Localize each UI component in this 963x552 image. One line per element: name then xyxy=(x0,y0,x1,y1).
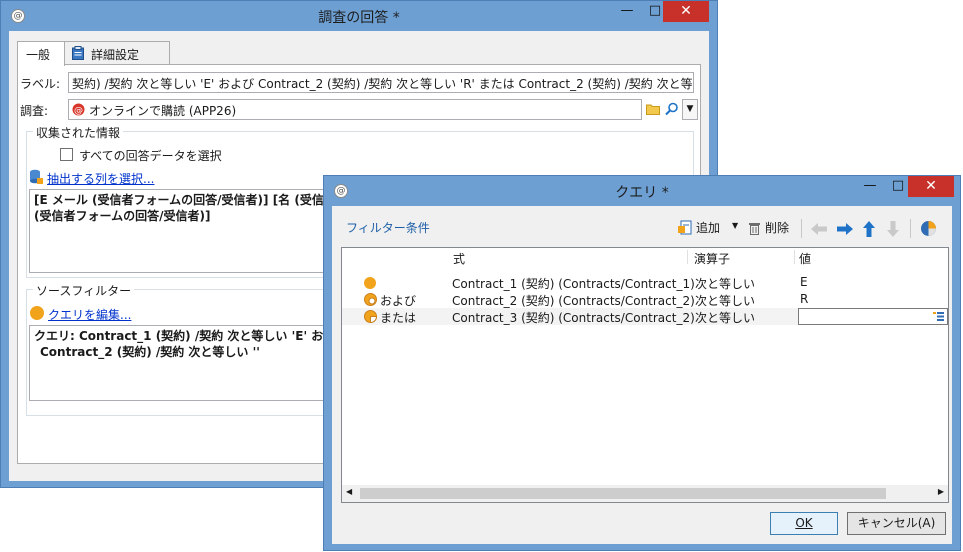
survey-dropdown-button[interactable]: ▼ xyxy=(682,99,698,120)
tab-advanced[interactable]: 詳細設定 xyxy=(64,41,170,65)
add-button[interactable]: 追加 ▼ xyxy=(678,218,744,238)
main-titlebar[interactable]: @ 調査の回答 * — □ ✕ xyxy=(1,1,717,31)
conditions-grid: 式 演算子 値 Contract_1 (契約) (Contracts/Contr… xyxy=(341,247,949,503)
minimize-button[interactable]: — xyxy=(856,176,884,197)
column-header-value: 値 xyxy=(799,252,812,266)
tab-general-label: 一般 xyxy=(26,48,51,62)
main-window-title: 調査の回答 * xyxy=(318,10,400,26)
database-columns-icon xyxy=(30,169,43,184)
condition-value: R xyxy=(800,292,809,306)
condition-row[interactable]: Contract_1 (契約) (Contracts/Contract_1) 次… xyxy=(342,274,948,291)
column-header-expression: 式 xyxy=(453,252,466,266)
condition-operator: 次と等しい xyxy=(695,294,756,308)
chevron-down-icon: ▼ xyxy=(686,104,694,114)
column-separator xyxy=(687,250,688,264)
collected-info-title: 収集された情報 xyxy=(33,124,124,141)
query-titlebar[interactable]: @ クエリ * — □ ✕ xyxy=(324,176,960,206)
condition-value: E xyxy=(800,275,808,289)
close-button[interactable]: ✕ xyxy=(663,1,709,22)
search-icon[interactable] xyxy=(665,102,679,116)
add-condition-icon xyxy=(678,220,692,235)
delete-label: 削除 xyxy=(765,221,790,235)
condition-row-selected[interactable]: または Contract_3 (契約) (Contracts/Contract_… xyxy=(342,308,948,325)
trash-icon xyxy=(749,223,760,235)
survey-value: オンラインで購読 (APP26) xyxy=(89,104,237,118)
arrow-left-icon[interactable] xyxy=(810,222,828,236)
tab-advanced-label: 詳細設定 xyxy=(91,48,140,62)
arrow-right-icon[interactable] xyxy=(836,222,854,236)
minimize-button[interactable]: — xyxy=(613,1,641,22)
condition-circle-icon xyxy=(364,277,376,289)
edit-query-link[interactable]: クエリを編集... xyxy=(48,306,131,323)
scroll-right-icon[interactable]: ▶ xyxy=(938,487,944,496)
ok-button[interactable]: OK xyxy=(770,512,838,535)
column-header-operator: 演算子 xyxy=(694,252,731,266)
arrow-up-icon[interactable] xyxy=(862,220,876,238)
label-caption: ラベル: xyxy=(20,77,61,91)
and-logic-icon xyxy=(364,293,377,306)
survey-field[interactable]: @ オンラインで購読 (APP26) xyxy=(68,99,642,120)
filter-circle-icon xyxy=(30,306,44,320)
value-edit-field[interactable] xyxy=(798,308,948,325)
toolbar-separator xyxy=(801,219,802,238)
pie-chart-icon[interactable] xyxy=(920,220,937,237)
condition-expression: Contract_1 (契約) (Contracts/Contract_1) xyxy=(452,277,695,291)
clipboard-icon xyxy=(72,46,84,60)
svg-text:@: @ xyxy=(74,106,83,116)
survey-at-icon: @ xyxy=(72,103,85,116)
select-columns-link[interactable]: 抽出する列を選択... xyxy=(47,170,154,187)
query-toolbar: フィルター条件 追加 ▼ 削除 xyxy=(340,216,948,242)
source-filter-title: ソースフィルター xyxy=(33,282,135,299)
add-label: 追加 xyxy=(696,221,721,235)
ok-label: OK xyxy=(795,516,813,530)
toolbar-separator xyxy=(910,219,911,238)
condition-operator: 次と等しい xyxy=(695,277,756,291)
or-logic-icon xyxy=(364,310,377,323)
condition-operator: 次と等しい xyxy=(695,311,756,325)
query-client-area: フィルター条件 追加 ▼ 削除 式 演算子 値 Contract_1 (契約) … xyxy=(332,206,952,544)
survey-caption: 調査: xyxy=(20,104,49,118)
query-dialog: @ クエリ * — □ ✕ フィルター条件 追加 ▼ 削除 式 演算子 値 Co… xyxy=(323,175,961,551)
scrollbar-thumb[interactable] xyxy=(360,488,886,499)
select-all-label: すべての回答データを選択 xyxy=(79,149,222,163)
horizontal-scrollbar[interactable]: ◀ ▶ xyxy=(342,485,948,502)
folder-icon[interactable] xyxy=(646,103,660,115)
close-button[interactable]: ✕ xyxy=(908,176,954,197)
cancel-button[interactable]: キャンセル(A) xyxy=(847,512,946,535)
arrow-down-icon[interactable] xyxy=(886,220,900,238)
tab-general[interactable]: 一般 xyxy=(17,41,65,66)
delete-button[interactable]: 削除 xyxy=(748,218,796,238)
condition-logic: および xyxy=(380,294,417,308)
condition-logic: または xyxy=(380,311,417,325)
chevron-down-icon: ▼ xyxy=(732,221,739,230)
condition-expression: Contract_3 (契約) (Contracts/Contract_2) xyxy=(452,311,695,325)
filter-conditions-label: フィルター条件 xyxy=(346,221,430,235)
scroll-left-icon[interactable]: ◀ xyxy=(346,487,352,496)
select-all-checkbox[interactable] xyxy=(60,148,73,161)
condition-expression: Contract_2 (契約) (Contracts/Contract_2) xyxy=(452,294,695,308)
condition-row[interactable]: および Contract_2 (契約) (Contracts/Contract_… xyxy=(342,291,948,308)
list-picker-icon[interactable] xyxy=(933,312,944,321)
label-field[interactable]: 契約) /契約 次と等しい 'E' および Contract_2 (契約) /契… xyxy=(68,72,694,93)
